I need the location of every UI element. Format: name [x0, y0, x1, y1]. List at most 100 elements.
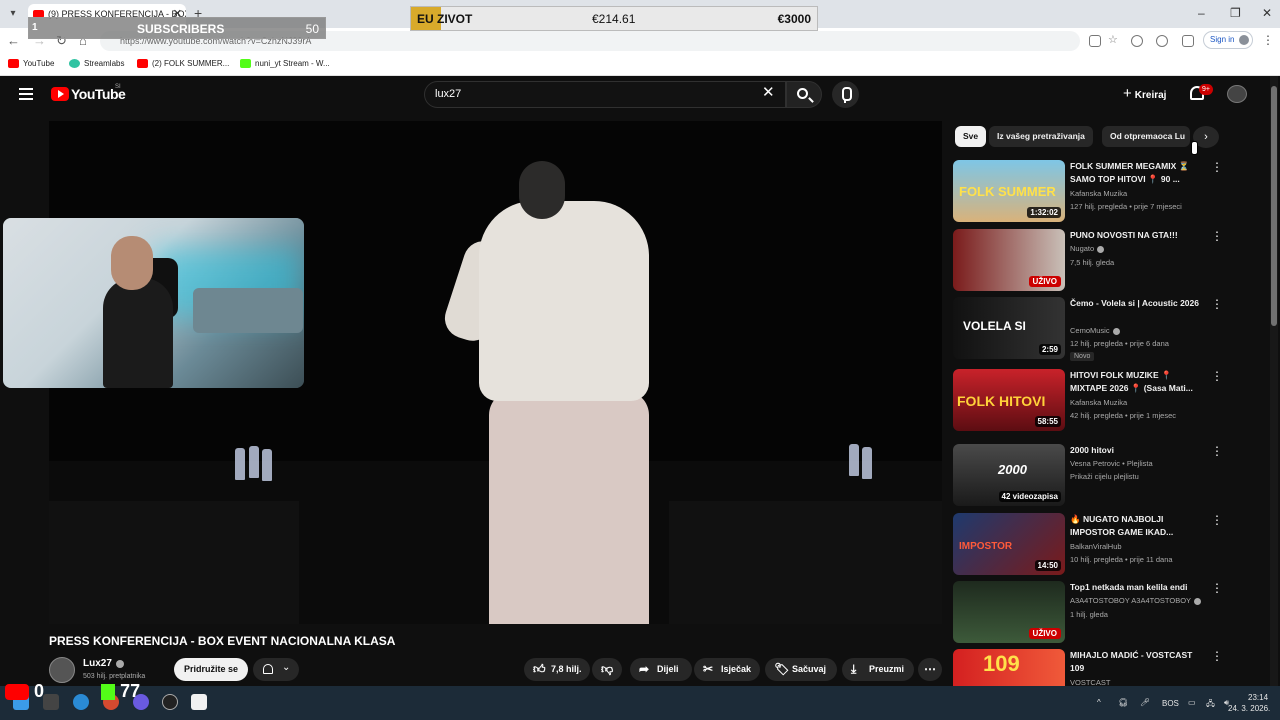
related-title[interactable]: 🔥 NUGATO NAJBOLJI IMPOSTOR GAME IKAD...	[1070, 513, 1205, 539]
language-indicator[interactable]: BOS	[1162, 699, 1179, 708]
share-button[interactable]: ➦ Dijeli	[630, 658, 692, 681]
related-video[interactable]: FOLK HITOVI 58:55 HITOVI FOLK MUZIKE 📍 M…	[953, 369, 1223, 433]
channel-subscribers: 503 hilj. pretplatnika	[83, 673, 146, 680]
related-video[interactable]: FOLK SUMMER 1:32:02 FOLK SUMMER MEGAMIX …	[953, 160, 1223, 224]
search-input[interactable]: lux27	[424, 81, 786, 108]
maximize-icon[interactable]: ❐	[1230, 6, 1241, 20]
bookmark-kick-stream[interactable]: nuni_yt Stream - W...	[240, 58, 330, 70]
video-thumbnail[interactable]: 109	[953, 649, 1065, 686]
playlist-thumbnail[interactable]: 2000 42 videozapisa	[953, 444, 1065, 506]
related-title[interactable]: FOLK SUMMER MEGAMIX ⏳ SAMO TOP HITOVI 📍 …	[1070, 160, 1205, 186]
more-options-icon[interactable]: ⋮	[1211, 649, 1223, 663]
voice-search-icon[interactable]	[832, 81, 859, 108]
display-icon[interactable]: ▭	[1188, 698, 1196, 707]
tray-chevron-icon[interactable]: ^	[1097, 698, 1101, 707]
related-channel[interactable]: Nugato	[1070, 244, 1105, 253]
tab-list-dropdown-icon[interactable]: ▾	[6, 7, 20, 21]
related-video[interactable]: 109 MIHAJLO MADIĆ - VOSTCAST 109 VOSTCAS…	[953, 649, 1223, 686]
more-options-icon[interactable]: ⋮	[1211, 160, 1223, 174]
table-cloth	[49, 501, 299, 624]
related-video[interactable]: IMPOSTOR 14:50 🔥 NUGATO NAJBOLJI IMPOSTO…	[953, 513, 1223, 577]
related-playlist[interactable]: 2000 42 videozapisa 2000 hitovi Vesna Pe…	[953, 444, 1223, 508]
related-channel[interactable]: Vesna Petrovic • Plejlista	[1070, 459, 1153, 468]
channel-name[interactable]: Lux27	[83, 658, 112, 669]
related-channel[interactable]: VOSTCAST	[1070, 678, 1110, 686]
more-actions-icon[interactable]: ⋯	[918, 658, 942, 681]
clock-date[interactable]: 24. 3. 2026.	[1228, 704, 1270, 713]
chip-from-uploader[interactable]: Od otpremaoca Lu	[1102, 126, 1190, 147]
more-options-icon[interactable]: ⋮	[1211, 581, 1223, 595]
vpn-icon[interactable]	[1131, 35, 1143, 47]
extension-icon[interactable]	[1089, 35, 1101, 47]
network-icon[interactable]: 🖧︎	[1206, 698, 1215, 712]
related-channel[interactable]: BalkanViralHub	[1070, 542, 1122, 551]
search-button[interactable]	[786, 81, 822, 108]
save-button[interactable]: 🏷︎ Sačuvaj	[765, 658, 837, 681]
back-icon[interactable]: ←	[7, 33, 20, 48]
video-thumbnail[interactable]: UŽIVO	[953, 581, 1065, 643]
verified-icon	[116, 660, 124, 668]
related-title[interactable]: 2000 hitovi	[1070, 444, 1205, 457]
bookmark-folk-summer[interactable]: (2) FOLK SUMMER...	[137, 58, 229, 70]
obs-icon[interactable]	[162, 694, 178, 710]
more-options-icon[interactable]: ⋮	[1211, 513, 1223, 527]
minimize-icon[interactable]: –	[1198, 6, 1205, 20]
sign-in-button[interactable]: Sign in	[1203, 31, 1253, 49]
app-icon[interactable]	[191, 694, 207, 710]
join-button[interactable]: Pridružite se	[174, 658, 248, 681]
clip-button[interactable]: ✂ Isječak	[694, 658, 760, 681]
related-channel[interactable]: A3A4TOSTOBOY A3A4TOSTOBOY	[1070, 596, 1202, 605]
scrollbar-thumb[interactable]	[1271, 86, 1277, 326]
more-options-icon[interactable]: ⋮	[1211, 229, 1223, 243]
related-title[interactable]: Top1 netkada man kelila endi	[1070, 581, 1205, 594]
mic-tray-icon[interactable]: 🎤︎	[1140, 698, 1150, 707]
create-button[interactable]: + Kreiraj	[1117, 82, 1175, 106]
bookmark-streamlabs[interactable]: Streamlabs	[69, 58, 124, 70]
chip-from-search[interactable]: Iz vašeg pretraživanja	[989, 126, 1093, 147]
browser-menu-icon[interactable]: ⋮	[1262, 33, 1274, 47]
more-options-icon[interactable]: ⋮	[1211, 369, 1223, 383]
video-thumbnail[interactable]: FOLK HITOVI 58:55	[953, 369, 1065, 431]
related-video[interactable]: VOLELA SI 2:59 Čemo - Volela si | Acoust…	[953, 297, 1223, 361]
hamburger-menu-icon[interactable]	[19, 88, 33, 100]
headset-icon[interactable]: 🎧︎	[1118, 698, 1128, 707]
download-button[interactable]: ⤓ Preuzmi	[842, 658, 914, 681]
clear-search-icon[interactable]: ✕	[762, 85, 775, 100]
clock-time[interactable]: 23:14	[1248, 693, 1268, 702]
kick-icon	[240, 59, 251, 68]
like-button[interactable]: 👍︎ 7,8 hilj.	[524, 658, 590, 681]
chip-all[interactable]: Sve	[955, 126, 987, 147]
close-window-icon[interactable]: ✕	[1262, 6, 1272, 20]
dislike-button[interactable]: 👎︎	[592, 658, 622, 681]
more-options-icon[interactable]: ⋮	[1211, 444, 1223, 458]
subscribed-bell-button[interactable]: ⌄	[253, 658, 299, 681]
related-title[interactable]: Čemo - Volela si | Acoustic 2026	[1070, 297, 1205, 310]
more-options-icon[interactable]: ⋮	[1211, 297, 1223, 311]
view-full-playlist-link[interactable]: Prikaži cijelu plejlistu	[1070, 472, 1139, 481]
puzzle-icon[interactable]	[1182, 35, 1194, 47]
related-title[interactable]: PUNO NOVOSTI NA GTA!!!	[1070, 229, 1205, 242]
youtube-logo-icon[interactable]	[51, 87, 69, 101]
video-thumbnail[interactable]: FOLK SUMMER 1:32:02	[953, 160, 1065, 222]
related-title[interactable]: MIHAJLO MADIĆ - VOSTCAST 109	[1070, 649, 1205, 675]
related-video[interactable]: UŽIVO PUNO NOVOSTI NA GTA!!! Nugato 7,5 …	[953, 229, 1223, 293]
related-video[interactable]: UŽIVO Top1 netkada man kelila endi A3A4T…	[953, 581, 1223, 645]
video-thumbnail[interactable]: UŽIVO	[953, 229, 1065, 291]
bookmarks-bar: YouTube Streamlabs (2) FOLK SUMMER... nu…	[0, 54, 1280, 76]
favorite-star-icon[interactable]: ☆	[1108, 34, 1120, 46]
related-channel[interactable]: Kafanska Muzika	[1070, 398, 1127, 407]
account-avatar[interactable]	[1227, 85, 1247, 103]
verified-icon	[1112, 327, 1120, 335]
related-title[interactable]: HITOVI FOLK MUZIKE 📍 MIXTAPE 2026 📍 (Sas…	[1070, 369, 1205, 395]
related-channel[interactable]: CemoMusic	[1070, 326, 1120, 335]
refresh-extension-icon[interactable]	[1156, 35, 1168, 47]
video-thumbnail[interactable]: IMPOSTOR 14:50	[953, 513, 1065, 575]
person-head	[519, 161, 565, 219]
channel-avatar[interactable]	[49, 657, 75, 683]
duration-badge: 14:50	[1034, 560, 1061, 571]
page-scrollbar[interactable]	[1270, 76, 1278, 686]
related-meta: 10 hilj. pregleda • prije 11 dana	[1070, 555, 1173, 564]
video-thumbnail[interactable]: VOLELA SI 2:59	[953, 297, 1065, 359]
bookmark-youtube[interactable]: YouTube	[8, 58, 54, 70]
related-channel[interactable]: Kafanska Muzika	[1070, 189, 1127, 198]
